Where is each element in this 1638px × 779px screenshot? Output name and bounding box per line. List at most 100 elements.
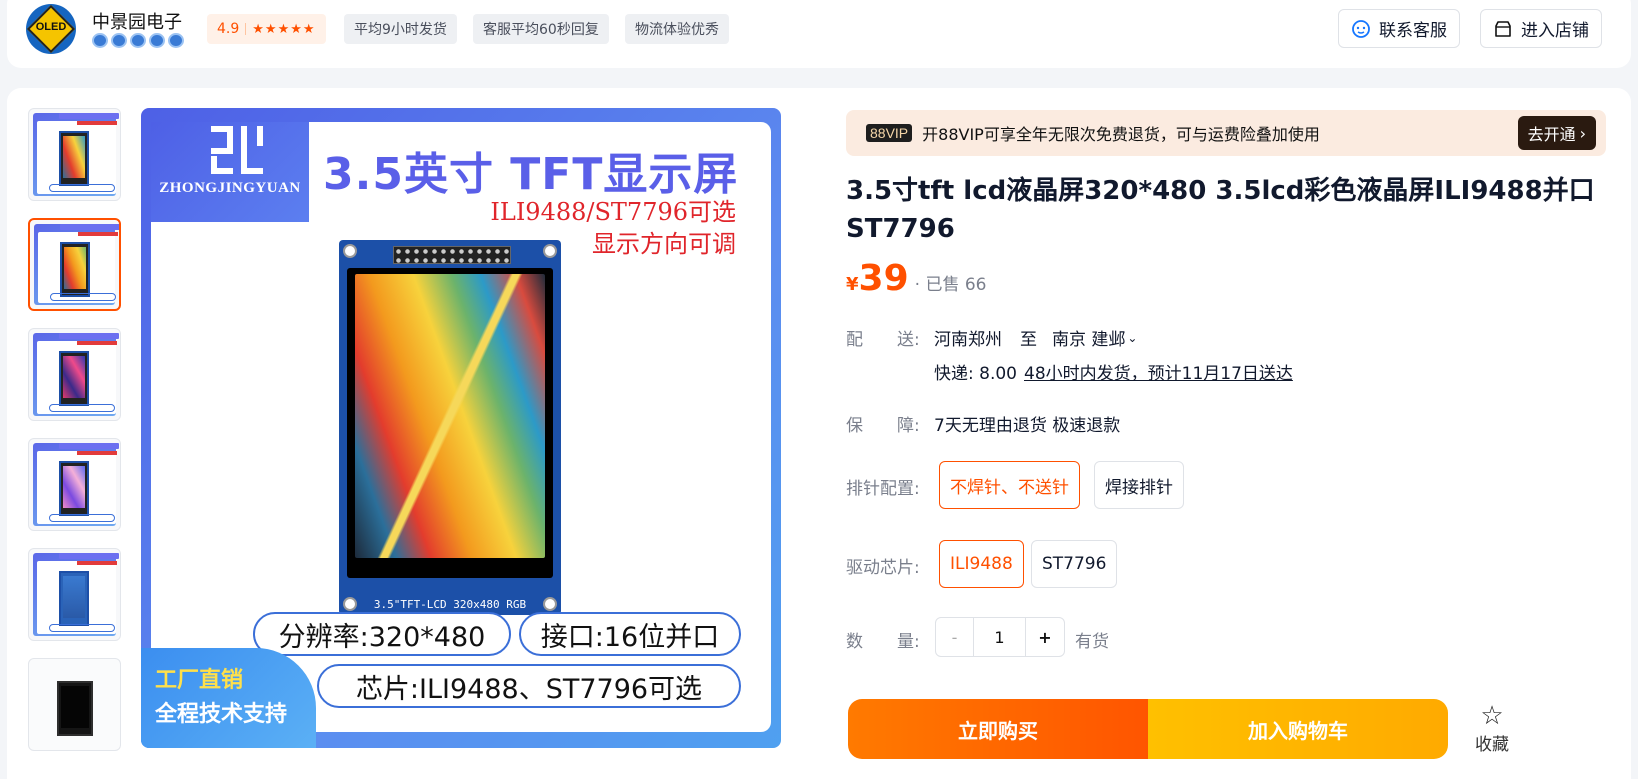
enter-store-label: 进入店铺 xyxy=(1521,21,1589,41)
factory-badge: 工厂直销 全程技术支持 xyxy=(141,648,316,748)
shop-rating: 4.9 ★★★★★ xyxy=(207,14,326,44)
vip-open-label: 去开通 xyxy=(1527,125,1576,144)
thumb-title xyxy=(59,443,119,449)
quantity-decrease-button[interactable]: - xyxy=(936,618,974,656)
lcd-board: 3.5"TFT-LCD 320x480 RGB xyxy=(339,240,561,615)
thumb-subtitle xyxy=(77,341,117,345)
quantity-label: 数 量: xyxy=(846,632,920,652)
enter-store-button[interactable]: 进入店铺 xyxy=(1480,9,1602,48)
thumb-title xyxy=(60,224,119,230)
thumb-subtitle xyxy=(77,121,117,125)
sold-count: · 已售 66 xyxy=(914,275,987,295)
thumb-screen xyxy=(59,461,89,516)
add-to-cart-button[interactable]: 加入购物车 xyxy=(1148,699,1448,759)
thumb-subtitle xyxy=(78,232,118,236)
mount-hole xyxy=(543,244,557,258)
option-solder-pin[interactable]: 焊接排针 xyxy=(1094,461,1184,509)
rating-score: 4.9 xyxy=(217,21,240,37)
spec-chip: 芯片:ILI9488、ST7796可选 xyxy=(317,664,741,708)
buy-now-button[interactable]: 立即购买 xyxy=(848,699,1148,759)
store-icon xyxy=(1493,19,1513,39)
shipping-fee: 快递: 8.00 xyxy=(934,364,1017,384)
vip-text: 开88VIP可享全年无限次免费退货，可与运费险叠加使用 xyxy=(922,125,1320,144)
thumb-screen xyxy=(60,242,90,297)
option-st7796[interactable]: ST7796 xyxy=(1031,540,1118,588)
stock-status: 有货 xyxy=(1075,632,1109,652)
thumb-footer xyxy=(49,514,115,522)
thumb-subtitle xyxy=(77,451,117,455)
board-label: 3.5"TFT-LCD 320x480 RGB xyxy=(373,598,527,611)
shop-logo[interactable]: OLED xyxy=(26,4,76,54)
chat-bubble-icon xyxy=(1351,19,1371,39)
product-title: 3.5寸tft lcd液晶屏320*480 3.5lcd彩色液晶屏ILI9488… xyxy=(846,176,1595,244)
crown-icon xyxy=(149,33,165,48)
shop-tag-logistics: 物流体验优秀 xyxy=(625,14,729,44)
feather-artwork xyxy=(355,274,545,558)
brand-name: ZHONGJINGYUAN xyxy=(159,180,301,196)
gallery-thumb[interactable] xyxy=(28,328,121,421)
thumb-footer xyxy=(49,404,115,412)
vip-banner: 88VIP 开88VIP可享全年无限次免费退货，可与运费险叠加使用 去开通 › xyxy=(846,110,1606,156)
delivery-to-word: 至 xyxy=(1020,330,1037,350)
option-ili9488[interactable]: ILI9488 xyxy=(939,540,1024,588)
thumb-title xyxy=(59,113,119,119)
favorite-button[interactable]: ☆ 收藏 xyxy=(1470,702,1514,755)
crown-icon xyxy=(168,33,184,48)
currency-symbol: ¥ xyxy=(846,274,859,295)
crown-icon xyxy=(130,33,146,48)
gallery-thumb[interactable] xyxy=(28,438,121,531)
quantity-stepper: - 1 + xyxy=(935,617,1065,657)
divider xyxy=(245,23,247,35)
delivery-label: 配 送: xyxy=(846,330,920,350)
pin-header xyxy=(393,246,511,264)
purchase-buttons: 立即购买 加入购物车 xyxy=(848,699,1448,759)
thumb-title xyxy=(59,553,119,559)
thumb-footer xyxy=(49,184,115,192)
vip-badge: 88VIP xyxy=(866,124,913,142)
chevron-down-icon: ⌄ xyxy=(1127,330,1138,345)
quantity-increase-button[interactable]: + xyxy=(1026,618,1064,656)
guarantee-label: 保 障: xyxy=(846,416,920,436)
shop-name[interactable]: 中景园电子 xyxy=(92,8,182,34)
image-subtitle-direction: 显示方向可调 xyxy=(592,230,736,258)
thumb-screen xyxy=(59,571,89,626)
image-subtitle-chip: ILI9488/ST7796可选 xyxy=(490,198,736,226)
mount-hole xyxy=(343,244,357,258)
price-value: 39 xyxy=(858,258,909,299)
logo-text: OLED xyxy=(35,21,67,33)
vip-open-button[interactable]: 去开通 › xyxy=(1517,116,1596,150)
brand-mark-icon xyxy=(211,126,265,174)
lcd-screen xyxy=(347,268,553,578)
thumb-footer xyxy=(49,624,115,632)
driver-chip-label: 驱动芯片: xyxy=(846,558,920,578)
tech-support-text: 全程技术支持 xyxy=(155,702,288,727)
delivery-eta[interactable]: 48小时内发货，预计11月17日送达 xyxy=(1024,359,1293,384)
star-outline-icon: ☆ xyxy=(1480,701,1504,731)
crown-icon xyxy=(92,33,108,48)
thumb-screen xyxy=(57,681,93,736)
chevron-right-icon: › xyxy=(1579,123,1586,143)
option-no-pin[interactable]: 不焊针、不送针 xyxy=(939,461,1080,509)
gallery-thumb[interactable] xyxy=(28,108,121,201)
spec-interface: 接口:16位并口 xyxy=(519,612,741,656)
contact-service-label: 联系客服 xyxy=(1379,21,1447,41)
delivery-destination[interactable]: 南京 建邺 ⌄ xyxy=(1052,325,1137,350)
shop-level-icons xyxy=(92,33,184,48)
thumb-screen xyxy=(59,351,89,406)
shop-tag-shipping: 平均9小时发货 xyxy=(344,14,457,44)
gallery-thumb[interactable] xyxy=(28,658,121,751)
star-icons: ★★★★★ xyxy=(252,21,316,37)
contact-service-button[interactable]: 联系客服 xyxy=(1338,9,1460,48)
factory-direct-text: 工厂直销 xyxy=(155,668,244,693)
thumb-footer xyxy=(50,293,116,301)
gallery-thumb[interactable] xyxy=(28,548,121,641)
main-product-image[interactable]: ZHONGJINGYUAN 3.5英寸 TFT显示屏 ILI9488/ST779… xyxy=(141,108,781,748)
gallery-thumb-selected[interactable] xyxy=(28,218,121,311)
guarantee-value[interactable]: 7天无理由退货 极速退款 xyxy=(934,411,1120,436)
thumb-subtitle xyxy=(77,561,117,565)
brand-logo: ZHONGJINGYUAN xyxy=(155,120,305,215)
thumb-title xyxy=(59,333,119,339)
pin-config-label: 排针配置: xyxy=(846,479,920,499)
delivery-to: 南京 建邺 xyxy=(1052,330,1126,350)
quantity-input[interactable]: 1 xyxy=(974,618,1026,656)
